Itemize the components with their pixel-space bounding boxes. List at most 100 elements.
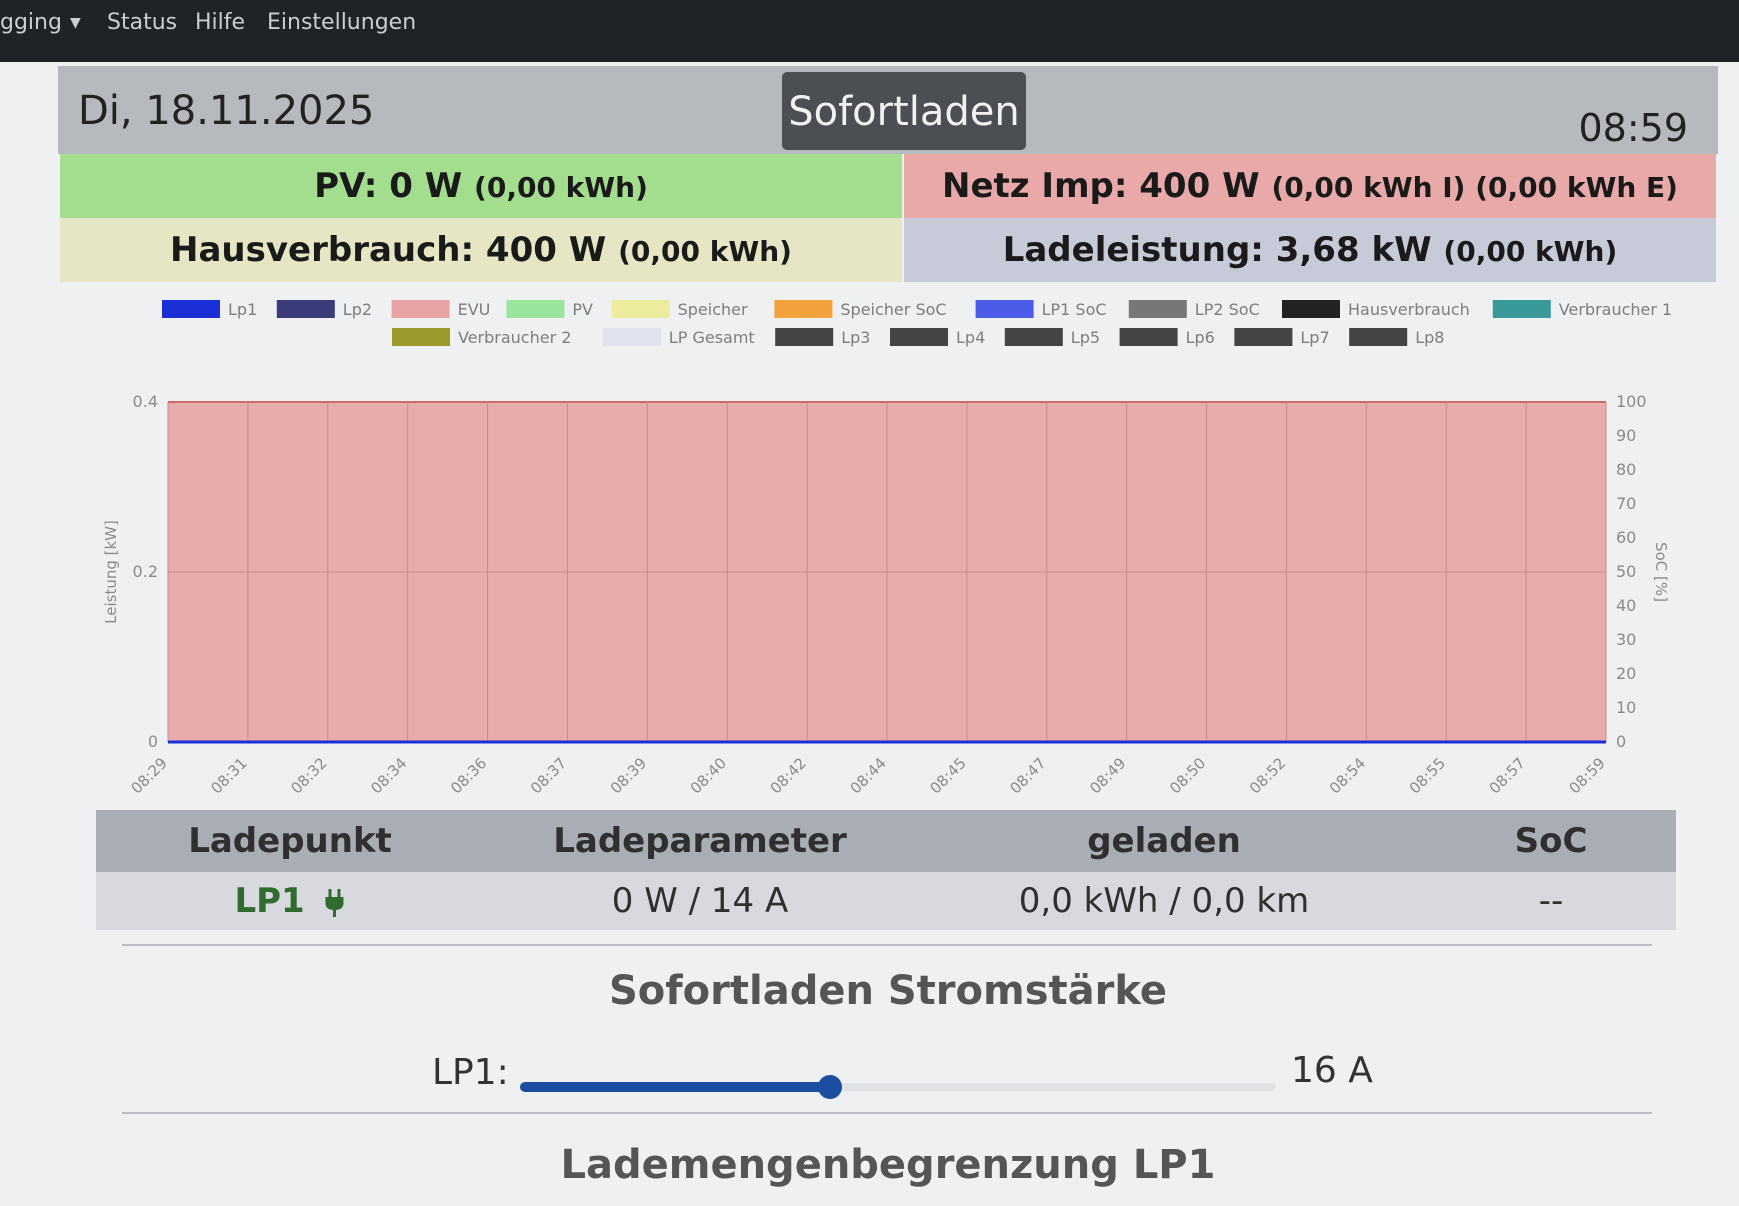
legend-label: EVU: [458, 300, 491, 319]
y2-tick-label: 80: [1616, 460, 1636, 479]
legend-swatch: [1234, 328, 1293, 346]
section-divider: [122, 1112, 1652, 1114]
grid-energy: (0,00 kWh I) (0,00 kWh E): [1271, 171, 1678, 204]
column-header-ladeparameter: Ladeparameter: [553, 821, 847, 861]
pv-power: PV: 0 W: [314, 166, 463, 206]
sofortladen-section-title: Sofortladen Stromstärke: [608, 968, 1167, 1014]
slider-fill: [520, 1082, 830, 1092]
legend-swatch: [890, 328, 948, 346]
chargepoint-table: Ladepunkt Ladeparameter geladen SoC LP1 …: [96, 810, 1676, 930]
y2-tick-label: 60: [1616, 528, 1636, 547]
legend-swatch: [1492, 300, 1551, 318]
legend-swatch: [975, 300, 1034, 318]
pv-tile: PV: 0 W (0,00 kWh): [60, 154, 902, 218]
x-tick-label: 08:49: [1086, 754, 1129, 797]
legend-swatch: [602, 328, 661, 346]
charge-energy: (0,00 kWh): [1443, 235, 1618, 268]
top-navbar: gging ▼ Status Hilfe Einstellungen: [0, 0, 1739, 62]
y2-tick-label: 40: [1616, 596, 1636, 615]
x-tick-label: 08:50: [1166, 754, 1209, 797]
legend-swatch: [774, 300, 833, 318]
y2-tick-label: 90: [1616, 426, 1636, 445]
y-axis-label: Leistung [kW]: [102, 520, 120, 624]
x-tick-label: 08:34: [367, 754, 410, 797]
x-tick-label: 08:45: [926, 754, 969, 797]
header-bar: Di, 18.11.2025 Sofortladen 08:59: [58, 66, 1718, 154]
legend-label: Speicher SoC: [840, 300, 946, 319]
legend-label: LP2 SoC: [1195, 300, 1260, 319]
chargepoint-name-cell[interactable]: LP1: [234, 881, 345, 921]
soc-value: --: [1538, 881, 1564, 921]
x-tick-label: 08:29: [128, 754, 171, 797]
nav-status-link[interactable]: Status: [107, 10, 177, 35]
nav-logging-menu[interactable]: gging: [0, 10, 62, 35]
charge-power-tile: Ladeleistung: 3,68 kW (0,00 kWh): [904, 218, 1716, 282]
y2-tick-label: 50: [1616, 562, 1636, 581]
legend-swatch: [1119, 328, 1178, 346]
y-tick-label: 0.2: [133, 562, 158, 581]
nav-einstellungen-link[interactable]: Einstellungen: [267, 10, 416, 35]
house-power: Hausverbrauch: 400 W: [170, 230, 607, 270]
chevron-down-icon[interactable]: ▼: [70, 15, 81, 31]
y2-axis-label: SoC [%]: [1652, 542, 1670, 602]
charge-parameters: 0 W / 14 A: [611, 881, 789, 921]
section-divider: [122, 944, 1652, 946]
x-tick-label: 08:40: [687, 754, 730, 797]
main-content: Di, 18.11.2025 Sofortladen 08:59 PV: 0 W…: [58, 62, 1718, 1206]
legend-swatch: [391, 300, 450, 318]
grid-import-tile: Netz Imp: 400 W (0,00 kWh I) (0,00 kWh E…: [904, 154, 1716, 218]
slider-label: LP1:: [432, 1052, 509, 1093]
legend-label: Speicher: [678, 300, 748, 319]
legend-label: LP1 SoC: [1042, 300, 1107, 319]
legend-label: Lp6: [1186, 328, 1215, 347]
y2-tick-label: 100: [1616, 392, 1647, 411]
slider-thumb[interactable]: [817, 1075, 842, 1099]
x-tick-label: 08:42: [767, 754, 810, 797]
legend-label: Lp3: [841, 328, 870, 347]
legend-swatch: [611, 300, 670, 318]
legend-label: Lp4: [956, 328, 985, 347]
legend-label: Lp2: [343, 300, 372, 319]
legend-swatch: [276, 300, 335, 318]
legend-label: LP Gesamt: [669, 328, 755, 347]
charged-amount: 0,0 kWh / 0,0 km: [1018, 881, 1310, 921]
x-tick-label: 08:59: [1566, 754, 1609, 797]
current-slider[interactable]: [520, 1072, 1276, 1102]
chargepoint-name[interactable]: LP1: [234, 881, 304, 921]
column-header-soc: SoC: [1514, 821, 1588, 861]
y2-tick-label: 0: [1616, 732, 1626, 751]
house-consumption-tile: Hausverbrauch: 400 W (0,00 kWh): [60, 218, 902, 282]
legend-swatch: [1128, 300, 1187, 318]
legend-swatch: [392, 328, 450, 346]
power-chart[interactable]: Lp1 Lp2 EVU PV Speicher Speicher SoC LP1 SoC LP…: [58, 290, 1718, 810]
legend-label: Lp5: [1071, 328, 1100, 347]
column-header-geladen: geladen: [1087, 821, 1241, 861]
nav-hilfe-link[interactable]: Hilfe: [195, 10, 245, 35]
legend-label: Lp8: [1415, 328, 1444, 347]
legend-label: Verbraucher 2: [458, 328, 571, 347]
y2-tick-label: 20: [1616, 664, 1636, 683]
x-tick-label: 08:32: [287, 754, 330, 797]
x-tick-label: 08:36: [447, 754, 490, 797]
legend-swatch: [506, 300, 565, 318]
legend-label: PV: [572, 300, 593, 319]
house-energy: (0,00 kWh): [618, 235, 792, 268]
x-tick-label: 08:54: [1326, 754, 1369, 797]
x-tick-label: 08:37: [527, 754, 570, 797]
legend-label: Verbraucher 1: [1559, 300, 1672, 319]
slider-value: 16 A: [1291, 1050, 1373, 1091]
pv-energy: (0,00 kWh): [474, 171, 648, 204]
x-tick-label: 08:39: [607, 754, 650, 797]
x-tick-label: 08:31: [207, 754, 250, 797]
legend-swatch: [1004, 328, 1063, 346]
y2-tick-label: 70: [1616, 494, 1636, 513]
charge-mode-button[interactable]: Sofortladen: [782, 72, 1026, 150]
legend-label: Hausverbrauch: [1348, 300, 1470, 319]
table-row[interactable]: LP1 0 W / 14 A 0,0 kWh / 0,0 km --: [96, 872, 1676, 930]
legend-label: Lp7: [1300, 328, 1329, 347]
x-tick-label: 08:55: [1406, 754, 1449, 797]
charge-power: Ladeleistung: 3,68 kW: [1002, 230, 1432, 270]
y2-tick-label: 10: [1616, 698, 1636, 717]
y-tick-label: 0: [148, 732, 158, 751]
legend-swatch: [1349, 328, 1408, 346]
